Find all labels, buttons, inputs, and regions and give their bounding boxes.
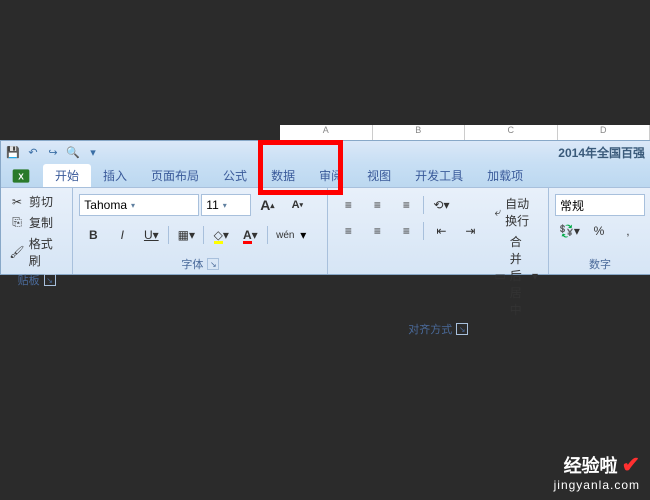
svg-text:X: X xyxy=(18,171,24,181)
tab-formulas[interactable]: 公式 xyxy=(211,164,259,187)
tab-view[interactable]: 视图 xyxy=(355,164,403,187)
group-label-clipboard: 贴板 ↘ xyxy=(7,270,66,290)
group-label-alignment: 对齐方式 ↘ xyxy=(334,319,542,339)
fill-color-button[interactable]: ◇▾ xyxy=(207,224,235,246)
clipboard-dialog-launcher[interactable]: ↘ xyxy=(44,274,56,286)
font-dialog-launcher[interactable]: ↘ xyxy=(207,258,219,270)
italic-button[interactable]: I xyxy=(108,224,136,246)
group-number: 常规 💱▾ % , 数字 xyxy=(549,188,650,274)
align-middle-icon[interactable]: ≡ xyxy=(363,194,391,216)
format-painter-button[interactable]: 🖌 格式刷 xyxy=(7,234,66,270)
brush-icon: 🖌 xyxy=(9,244,25,260)
tab-data[interactable]: 数据 xyxy=(259,164,307,187)
undo-icon[interactable]: ↶ xyxy=(25,144,41,160)
title-bar: 💾 ↶ ↪ 🔍 ▾ 2014年全国百强 xyxy=(1,141,650,163)
currency-button[interactable]: 💱▾ xyxy=(555,220,584,242)
group-font: Tahoma▾ 11▾ A▴ A▾ B I U▾ ▦▾ ◇▾ xyxy=(73,188,328,274)
number-format-combo[interactable]: 常规 xyxy=(555,194,645,216)
ribbon: ✂ 剪切 ⎘ 复制 🖌 格式刷 贴板 ↘ xyxy=(1,187,650,274)
copy-button[interactable]: ⎘ 复制 xyxy=(7,213,66,232)
percent-button[interactable]: % xyxy=(585,220,613,242)
align-right-icon[interactable]: ≡ xyxy=(392,220,420,242)
spreadsheet-columns-bg: A B C D xyxy=(280,125,650,140)
bucket-icon: ◇ xyxy=(214,228,223,242)
font-name-combo[interactable]: Tahoma▾ xyxy=(79,194,199,216)
align-top-icon[interactable]: ≡ xyxy=(334,194,362,216)
redo-icon[interactable]: ↪ xyxy=(45,144,61,160)
merge-center-button[interactable]: ▭ 合并后居中▾ xyxy=(490,232,542,319)
font-color-button[interactable]: A▾ xyxy=(236,224,264,246)
orientation-icon[interactable]: ⟲▾ xyxy=(427,194,455,216)
group-clipboard: ✂ 剪切 ⎘ 复制 🖌 格式刷 贴板 ↘ xyxy=(1,188,73,274)
underline-button[interactable]: U▾ xyxy=(137,224,165,246)
watermark: 经验啦✔ jingyanla.com xyxy=(554,452,640,492)
office-button[interactable]: X xyxy=(9,165,33,187)
scissors-icon: ✂ xyxy=(9,194,25,210)
align-center-icon[interactable]: ≡ xyxy=(363,220,391,242)
tab-developer[interactable]: 开发工具 xyxy=(403,164,475,187)
tab-page-layout[interactable]: 页面布局 xyxy=(139,164,211,187)
group-alignment: ≡ ≡ ≡ ⟲▾ ≡ ≡ ≡ ⇤ ⇥ xyxy=(328,188,549,274)
group-label-font: 字体 ↘ xyxy=(79,254,321,274)
qat-more-icon[interactable]: ▾ xyxy=(85,144,101,160)
wrap-icon: ⤶ xyxy=(494,205,501,220)
increase-font-icon[interactable]: A▴ xyxy=(253,194,281,216)
increase-indent-icon[interactable]: ⇥ xyxy=(456,220,484,242)
check-icon: ✔ xyxy=(622,452,640,477)
tab-insert[interactable]: 插入 xyxy=(91,164,139,187)
comma-button[interactable]: , xyxy=(614,220,642,242)
window-title: 2014年全国百强 xyxy=(558,144,645,161)
align-bottom-icon[interactable]: ≡ xyxy=(392,194,420,216)
quick-access-toolbar: 💾 ↶ ↪ 🔍 ▾ xyxy=(5,144,101,160)
copy-icon: ⎘ xyxy=(9,215,25,231)
decrease-font-icon[interactable]: A▾ xyxy=(283,194,311,216)
merge-icon: ▭ xyxy=(494,269,505,283)
bold-button[interactable]: B xyxy=(79,224,107,246)
save-icon[interactable]: 💾 xyxy=(5,144,21,160)
tab-home[interactable]: 开始 xyxy=(43,164,91,187)
excel-window: 💾 ↶ ↪ 🔍 ▾ 2014年全国百强 X 开始 插入 页面布局 公式 数据 审… xyxy=(0,140,650,275)
wrap-text-button[interactable]: ⤶ 自动换行 xyxy=(490,194,542,230)
tab-addins[interactable]: 加载项 xyxy=(475,164,535,187)
print-preview-icon[interactable]: 🔍 xyxy=(65,144,81,160)
alignment-dialog-launcher[interactable]: ↘ xyxy=(456,323,468,335)
border-button[interactable]: ▦▾ xyxy=(172,224,200,246)
group-label-number: 数字 xyxy=(555,254,645,274)
decrease-indent-icon[interactable]: ⇤ xyxy=(427,220,455,242)
cut-button[interactable]: ✂ 剪切 xyxy=(7,192,66,211)
tab-review[interactable]: 审阅 xyxy=(307,164,355,187)
font-size-combo[interactable]: 11▾ xyxy=(201,194,251,216)
phonetic-button[interactable]: wén xyxy=(271,224,299,246)
align-left-icon[interactable]: ≡ xyxy=(334,220,362,242)
ribbon-tabs: X 开始 插入 页面布局 公式 数据 审阅 视图 开发工具 加载项 xyxy=(1,163,650,187)
